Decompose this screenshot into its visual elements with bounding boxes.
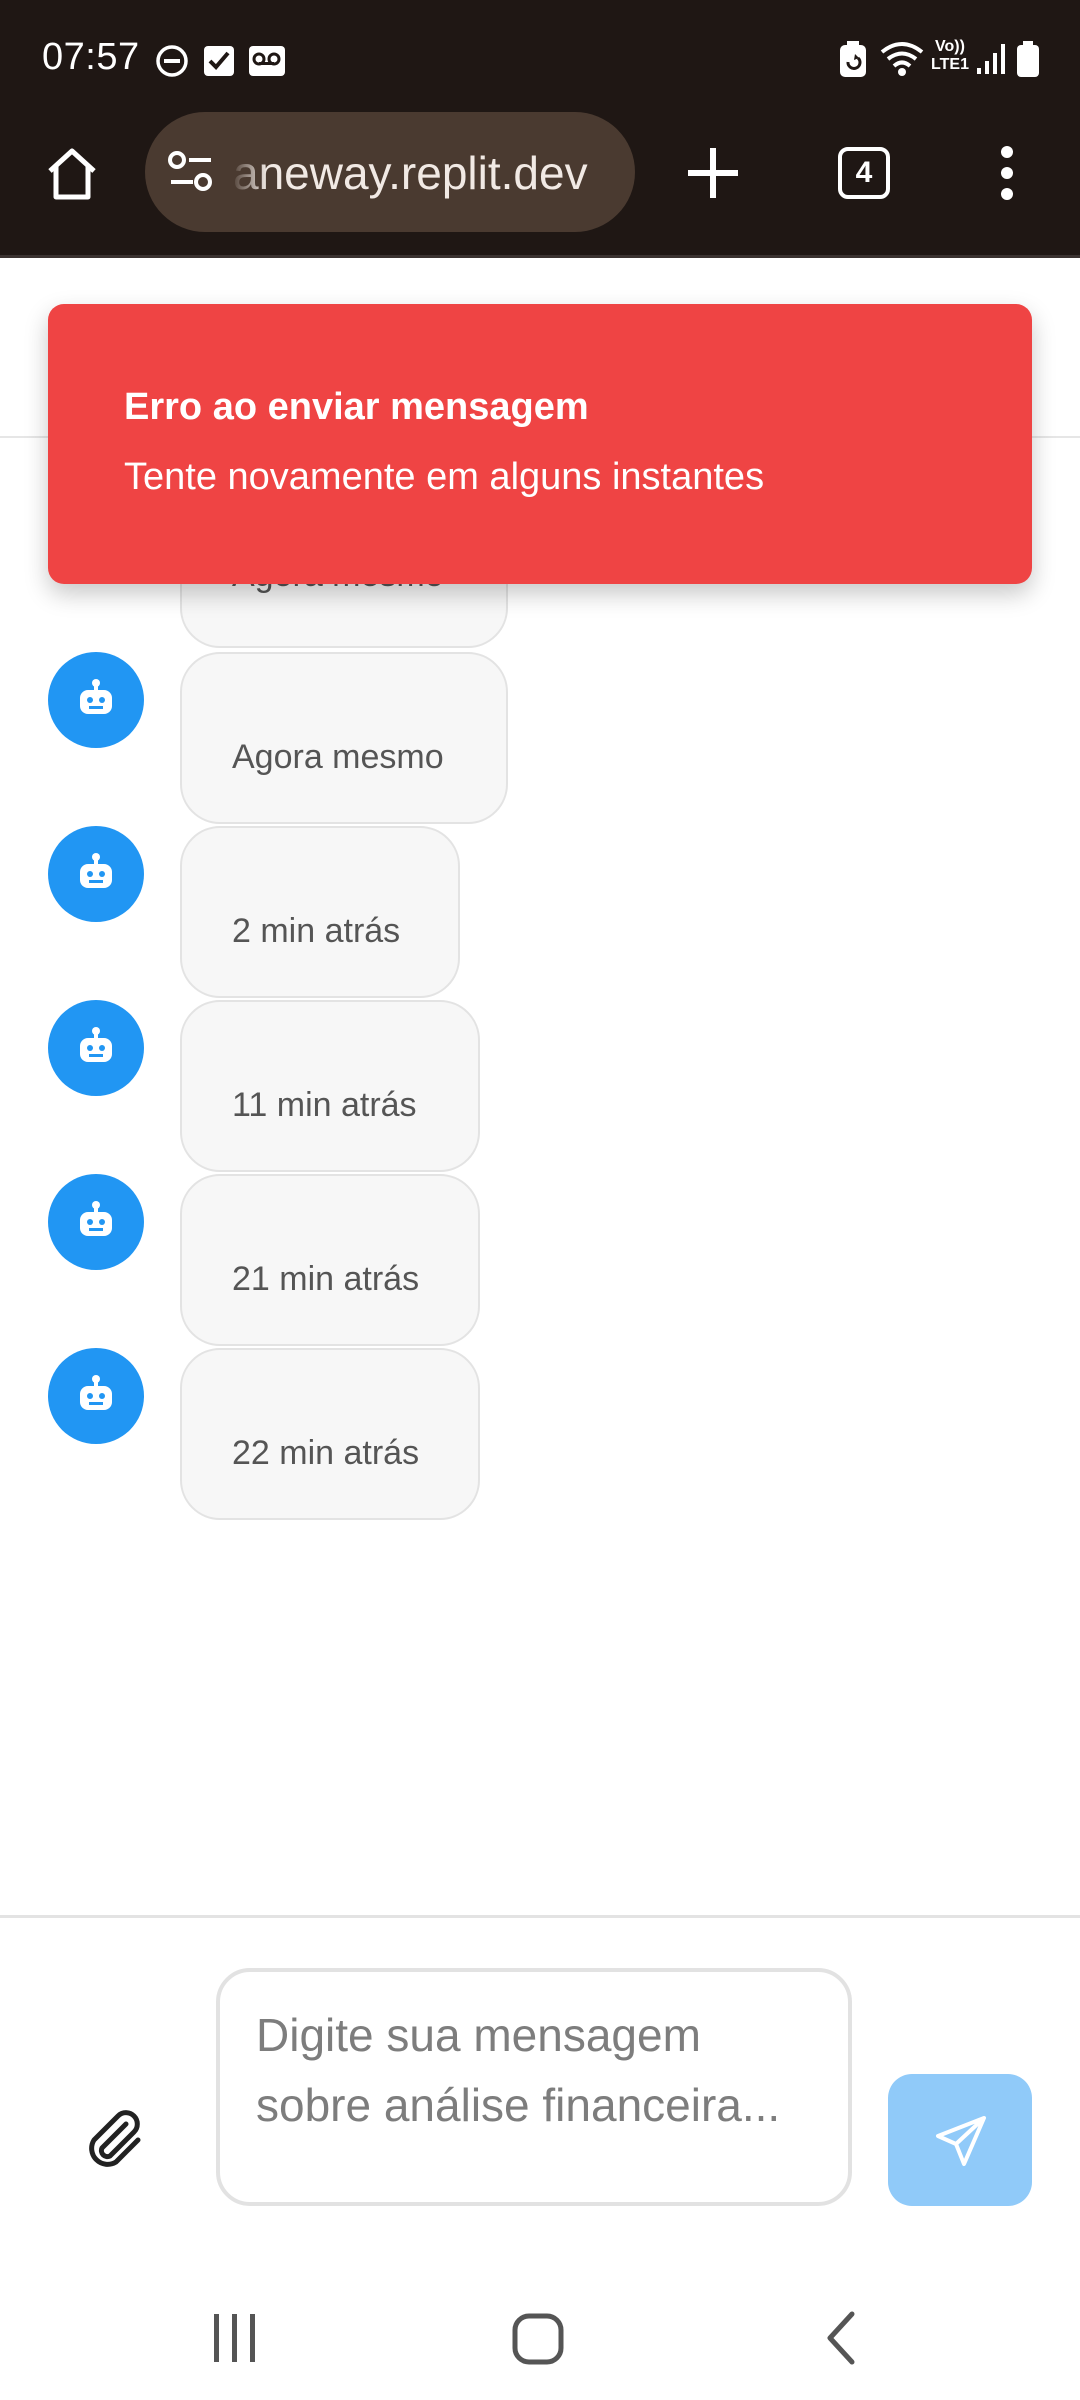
message-bubble: 21 min atrás — [180, 1174, 480, 1346]
send-button[interactable] — [888, 2074, 1032, 2206]
bot-icon — [80, 679, 112, 714]
message-time: 11 min atrás — [232, 1086, 417, 1124]
send-icon — [936, 2116, 986, 2166]
message-time: 21 min atrás — [232, 1260, 420, 1298]
new-tab-icon[interactable] — [684, 144, 742, 207]
message-row: 11 min atrás — [0, 1000, 1080, 1172]
checkbox-notification-icon — [203, 44, 235, 83]
address-bar[interactable]: aneway.replit.dev — [145, 112, 635, 232]
bot-avatar — [48, 1000, 144, 1096]
home-icon[interactable] — [42, 143, 102, 208]
battery-icon — [1015, 40, 1041, 83]
battery-saver-icon — [838, 40, 868, 83]
toast-title: Erro ao enviar mensagem — [124, 386, 589, 428]
url-text: aneway.replit.dev — [233, 147, 588, 199]
status-time: 07:57 — [42, 36, 140, 78]
message-row: 22 min atrás — [0, 1348, 1080, 1520]
bot-avatar — [48, 1348, 144, 1444]
message-input[interactable] — [216, 1968, 852, 2206]
url-fade — [231, 112, 267, 232]
volte-icon: Vo)) LTE1 — [928, 38, 972, 74]
system-nav-bar — [0, 2260, 1080, 2400]
message-bubble: 2 min atrás — [180, 826, 460, 998]
message-row: 21 min atrás — [0, 1174, 1080, 1346]
signal-icon — [976, 42, 1006, 81]
bot-avatar — [48, 826, 144, 922]
message-bubble: Agora mesmo — [180, 652, 508, 824]
message-time: 2 min atrás — [232, 912, 401, 950]
menu-icon[interactable] — [994, 144, 1020, 207]
bot-icon — [80, 853, 112, 888]
site-settings-icon[interactable] — [167, 150, 215, 199]
paperclip-icon[interactable] — [80, 2104, 150, 2174]
wifi-icon — [880, 40, 924, 83]
tabs-icon[interactable]: 4 — [838, 147, 890, 199]
do-not-disturb-icon — [155, 44, 189, 83]
bot-avatar — [48, 1174, 144, 1270]
bot-icon — [80, 1375, 112, 1410]
bot-icon — [80, 1201, 112, 1236]
home-nav-icon[interactable] — [478, 2290, 598, 2390]
recents-icon[interactable] — [174, 2290, 294, 2390]
message-time: 22 min atrás — [232, 1434, 420, 1472]
bot-icon — [80, 1027, 112, 1062]
toast-description: Tente novamente em alguns instantes — [124, 456, 765, 498]
status-bar: 07:57 Vo)) LTE1 — [0, 0, 1080, 118]
message-row: Agora mesmo — [0, 652, 1080, 824]
message-row: 2 min atrás — [0, 826, 1080, 998]
tab-count: 4 — [855, 156, 873, 189]
bot-avatar — [48, 652, 144, 748]
message-bubble: 22 min atrás — [180, 1348, 480, 1520]
back-icon[interactable] — [782, 2290, 902, 2390]
message-time: Agora mesmo — [232, 738, 444, 776]
error-toast[interactable]: Erro ao enviar mensagem Tente novamente … — [48, 304, 1032, 584]
network-label-bottom: LTE1 — [931, 56, 969, 73]
network-label-top: Vo)) — [935, 38, 965, 55]
voicemail-icon — [248, 44, 286, 83]
composer-divider — [0, 1915, 1080, 1918]
message-bubble: 11 min atrás — [180, 1000, 480, 1172]
